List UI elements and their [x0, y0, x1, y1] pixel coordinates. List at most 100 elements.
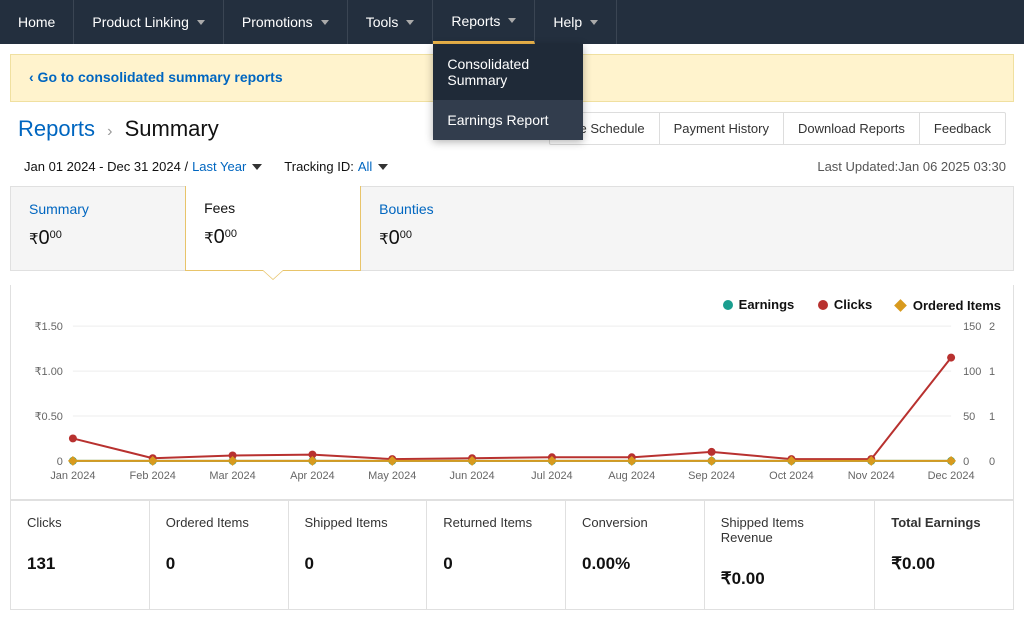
svg-text:1: 1 — [989, 410, 995, 422]
svg-text:Apr 2024: Apr 2024 — [290, 469, 335, 481]
nav-tools[interactable]: Tools — [348, 0, 434, 44]
nav-label: Help — [553, 14, 582, 30]
chevron-down-icon — [508, 18, 516, 23]
metric-revenue: Shipped Items Revenue ₹0.00 — [705, 501, 875, 609]
tracking-picker[interactable]: All — [358, 159, 372, 174]
nav-product-linking[interactable]: Product Linking — [74, 0, 224, 44]
svg-text:Dec 2024: Dec 2024 — [928, 469, 975, 481]
metric-label: Clicks — [27, 515, 133, 530]
chevron-down-icon[interactable] — [378, 164, 388, 170]
metric-label: Conversion — [582, 515, 688, 530]
reports-dropdown: Consolidated Summary Earnings Report — [433, 44, 583, 140]
nav-label: Product Linking — [92, 14, 189, 30]
date-range-picker[interactable]: Last Year — [192, 159, 246, 174]
date-range-text: Jan 01 2024 - Dec 31 2024 / — [24, 159, 188, 174]
metric-value: 0.00% — [582, 554, 688, 574]
metric-value: 131 — [27, 554, 133, 574]
card-bounties[interactable]: Bounties ₹000 — [361, 187, 535, 270]
top-nav: Home Product Linking Promotions Tools Re… — [0, 0, 1024, 44]
nav-help[interactable]: Help — [535, 0, 617, 44]
svg-text:Nov 2024: Nov 2024 — [848, 469, 895, 481]
legend-clicks[interactable]: Clicks — [818, 297, 872, 312]
chart-legend: Earnings Clicks Ordered Items — [23, 297, 1001, 313]
svg-text:Jun 2024: Jun 2024 — [450, 469, 495, 481]
chevron-down-icon — [321, 20, 329, 25]
dropdown-consolidated-summary[interactable]: Consolidated Summary — [433, 44, 583, 100]
metric-label: Total Earnings — [891, 515, 997, 530]
nav-home[interactable]: Home — [0, 0, 74, 44]
link-download-reports[interactable]: Download Reports — [784, 113, 920, 144]
nav-label: Promotions — [242, 14, 313, 30]
chevron-down-icon — [197, 20, 205, 25]
summary-cards: Summary ₹000 Fees ₹000 Bounties ₹000 — [10, 186, 1014, 271]
header-links: Fee Schedule Payment History Download Re… — [549, 112, 1006, 145]
metric-shipped: Shipped Items 0 — [289, 501, 428, 609]
metric-clicks: Clicks 131 — [11, 501, 150, 609]
dot-icon — [818, 300, 828, 310]
svg-text:2: 2 — [989, 321, 995, 333]
breadcrumb-sep: › — [107, 123, 112, 140]
metric-conversion: Conversion 0.00% — [566, 501, 705, 609]
svg-text:Mar 2024: Mar 2024 — [209, 469, 255, 481]
svg-text:0: 0 — [963, 455, 969, 467]
svg-text:0: 0 — [57, 455, 63, 467]
svg-text:₹1.50: ₹1.50 — [35, 321, 63, 333]
chevron-down-icon — [590, 20, 598, 25]
metric-value: 0 — [305, 554, 411, 574]
nav-label: Home — [18, 14, 55, 30]
svg-text:Jan 2024: Jan 2024 — [50, 469, 95, 481]
nav-label: Tools — [366, 14, 399, 30]
svg-text:₹0.50: ₹0.50 — [35, 410, 63, 422]
metric-label: Shipped Items Revenue — [721, 515, 858, 545]
card-value: ₹000 — [29, 227, 167, 250]
breadcrumb: Reports › Summary — [18, 116, 219, 142]
svg-text:Aug 2024: Aug 2024 — [608, 469, 655, 481]
metric-label: Shipped Items — [305, 515, 411, 530]
nav-promotions[interactable]: Promotions — [224, 0, 348, 44]
metric-value: 0 — [166, 554, 272, 574]
legend-earnings[interactable]: Earnings — [723, 297, 795, 312]
tracking-label: Tracking ID: — [284, 159, 354, 174]
breadcrumb-root[interactable]: Reports — [18, 116, 95, 141]
card-value: ₹000 — [379, 227, 517, 250]
metric-label: Ordered Items — [166, 515, 272, 530]
metric-ordered: Ordered Items 0 — [150, 501, 289, 609]
chevron-down-icon — [406, 20, 414, 25]
card-fees[interactable]: Fees ₹000 — [185, 186, 361, 271]
card-spacer — [535, 187, 1013, 270]
nav-reports[interactable]: Reports Consolidated Summary Earnings Re… — [433, 0, 535, 44]
dot-icon — [723, 300, 733, 310]
svg-text:0: 0 — [989, 455, 995, 467]
metrics-row: Clicks 131 Ordered Items 0 Shipped Items… — [10, 500, 1014, 610]
svg-text:150: 150 — [963, 321, 981, 333]
metric-total-earnings: Total Earnings ₹0.00 — [875, 501, 1013, 609]
legend-ordered[interactable]: Ordered Items — [896, 298, 1001, 313]
chevron-down-icon[interactable] — [252, 164, 262, 170]
card-title: Bounties — [379, 201, 517, 217]
svg-text:Oct 2024: Oct 2024 — [769, 469, 814, 481]
card-title: Fees — [204, 200, 342, 216]
metric-label: Returned Items — [443, 515, 549, 530]
link-feedback[interactable]: Feedback — [920, 113, 1005, 144]
card-title: Summary — [29, 201, 167, 217]
metric-value: 0 — [443, 554, 549, 574]
svg-text:₹1.00: ₹1.00 — [35, 366, 63, 378]
svg-text:May 2024: May 2024 — [368, 469, 416, 481]
dropdown-earnings-report[interactable]: Earnings Report — [433, 100, 583, 140]
diamond-icon — [894, 299, 907, 312]
svg-text:1: 1 — [989, 366, 995, 378]
page-title: Summary — [125, 116, 219, 141]
svg-text:Sep 2024: Sep 2024 — [688, 469, 735, 481]
chart-container: Earnings Clicks Ordered Items 0 ₹0.50 ₹1.0… — [10, 285, 1014, 500]
svg-text:100: 100 — [963, 366, 981, 378]
metric-returned: Returned Items 0 — [427, 501, 566, 609]
last-updated: Last Updated:Jan 06 2025 03:30 — [817, 159, 1006, 174]
metric-value: ₹0.00 — [891, 554, 997, 574]
filter-row: Jan 01 2024 - Dec 31 2024 / Last Year Tr… — [0, 153, 1024, 186]
metric-value: ₹0.00 — [721, 569, 858, 589]
link-payment-history[interactable]: Payment History — [660, 113, 784, 144]
card-summary[interactable]: Summary ₹000 — [11, 187, 185, 270]
consolidated-link[interactable]: ‹ Go to consolidated summary reports — [29, 69, 283, 85]
svg-text:50: 50 — [963, 410, 975, 422]
svg-text:Jul 2024: Jul 2024 — [531, 469, 572, 481]
